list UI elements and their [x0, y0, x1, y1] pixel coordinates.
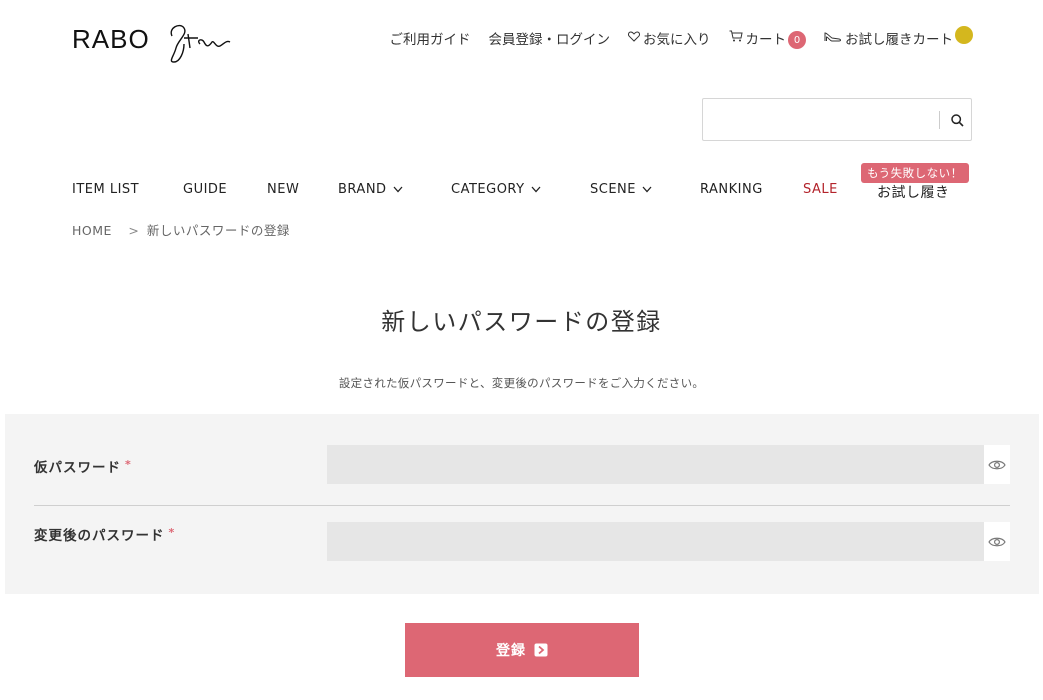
breadcrumb-separator: >	[128, 223, 140, 238]
temp-password-label: 仮パスワード *	[34, 456, 132, 476]
nav-brand[interactable]: BRAND	[338, 182, 403, 197]
cart-count-badge: 0	[788, 31, 806, 49]
nav-new-label: NEW	[267, 182, 300, 197]
favorites-label: お気に入り	[643, 32, 711, 48]
header-utility-links: ご利用ガイド 会員登録・ログイン お気に入り カート 0 お試し履きカート	[390, 26, 973, 49]
high-heel-icon	[824, 30, 842, 46]
favorites-link[interactable]: お気に入り	[628, 28, 711, 48]
new-password-label: 変更後のパスワード *	[34, 524, 175, 544]
cart-icon	[729, 30, 743, 46]
nav-guide-label: GUIDE	[183, 182, 228, 197]
trial-cart-badge	[955, 26, 973, 44]
guide-link[interactable]: ご利用ガイド	[390, 28, 471, 48]
nav-category[interactable]: CATEGORY	[451, 182, 541, 197]
nav-item-list-label: ITEM LIST	[72, 182, 140, 197]
nav-item-list[interactable]: ITEM LIST	[72, 182, 139, 197]
form-row-new-password: 変更後のパスワード *	[34, 505, 1010, 581]
register-button-label: 登録	[496, 642, 526, 658]
nav-scene[interactable]: SCENE	[590, 182, 652, 197]
nav-new[interactable]: NEW	[267, 182, 299, 197]
chevron-down-icon	[531, 186, 541, 193]
new-password-label-text: 変更後のパスワード	[34, 528, 165, 544]
password-form: 仮パスワード * 変更後のパスワード *	[5, 414, 1039, 594]
form-row-temp-password: 仮パスワード *	[34, 429, 1010, 505]
arrow-right-box-icon	[534, 643, 548, 657]
search-input[interactable]	[709, 105, 933, 135]
search-icon	[950, 113, 964, 127]
cart-label: カート	[745, 32, 787, 48]
logo-text: RABO	[72, 24, 150, 54]
nav-sale[interactable]: SALE	[803, 182, 838, 197]
nav-brand-label: BRAND	[338, 182, 387, 197]
cart-link[interactable]: カート 0	[729, 28, 806, 49]
trial-cart-link[interactable]: お試し履きカート	[824, 26, 973, 48]
required-mark: *	[168, 526, 176, 539]
nav-ranking[interactable]: RANKING	[700, 182, 763, 197]
eye-icon	[988, 460, 1006, 469]
nav-guide[interactable]: GUIDE	[183, 182, 227, 197]
trial-promo-tag: もう失敗しない！	[861, 163, 969, 183]
nav-trial[interactable]: お試し履き	[877, 182, 950, 202]
required-mark: *	[125, 458, 132, 471]
guide-link-label: ご利用ガイド	[389, 32, 471, 48]
trial-cart-label: お試し履きカート	[845, 32, 953, 48]
member-login-link[interactable]: 会員登録・ログイン	[489, 28, 611, 48]
breadcrumb-current: 新しいパスワードの登録	[146, 223, 290, 238]
heart-icon	[628, 30, 640, 46]
nav-scene-label: SCENE	[590, 182, 636, 197]
nav-trial-label: お試し履き	[877, 185, 950, 201]
page-intro: 設定された仮パスワードと、変更後のパスワードをご入力ください。	[338, 376, 705, 390]
show-temp-password-toggle[interactable]	[984, 445, 1010, 484]
nav-ranking-label: RANKING	[700, 182, 763, 197]
page-title: 新しいパスワードの登録	[381, 308, 662, 336]
main-nav: ITEM LIST GUIDE NEW BRAND CATEGORY SCENE…	[72, 182, 972, 202]
member-login-label: 会員登録・ログイン	[488, 32, 611, 48]
chevron-down-icon	[393, 186, 403, 193]
nav-category-label: CATEGORY	[451, 182, 525, 197]
search-button[interactable]	[945, 109, 969, 131]
show-new-password-toggle[interactable]	[984, 522, 1010, 561]
chevron-down-icon	[642, 186, 652, 193]
new-password-input[interactable]	[327, 522, 984, 561]
breadcrumb: HOME > 新しいパスワードの登録	[72, 220, 302, 239]
search-divider	[939, 111, 940, 129]
temp-password-label-text: 仮パスワード	[34, 460, 121, 476]
eye-icon	[988, 537, 1006, 546]
nav-sale-label: SALE	[803, 182, 838, 197]
breadcrumb-home[interactable]: HOME	[72, 223, 112, 238]
register-button[interactable]: 登録	[405, 623, 639, 677]
site-logo[interactable]: RABO	[72, 18, 242, 64]
temp-password-input[interactable]	[327, 445, 984, 484]
search-box	[702, 98, 972, 141]
